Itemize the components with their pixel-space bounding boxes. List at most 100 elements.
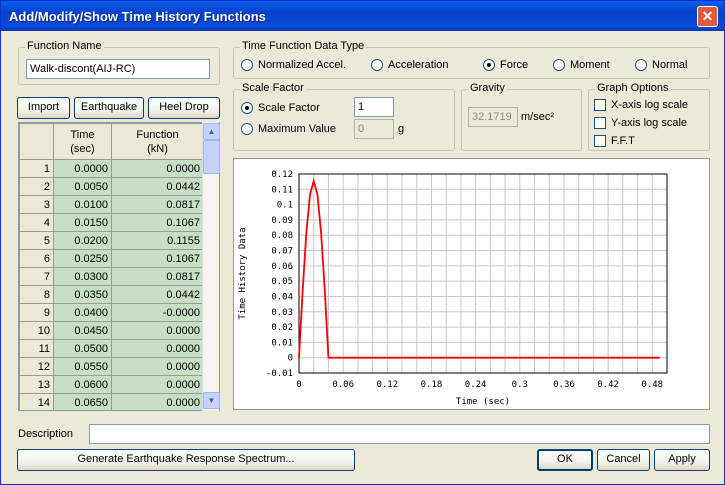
checkbox-x-log[interactable]: X-axis log scale xyxy=(594,99,688,111)
function-cell[interactable]: 0.1067 xyxy=(111,249,204,268)
y-tick-label: 0.04 xyxy=(271,292,293,302)
x-tick-label: 0.24 xyxy=(465,380,487,390)
function-cell[interactable]: 0.1067 xyxy=(111,213,204,232)
x-tick-label: 0.48 xyxy=(641,380,663,390)
time-cell[interactable]: 0.0350 xyxy=(53,285,112,304)
scroll-thumb[interactable] xyxy=(203,140,220,174)
scroll-up-icon[interactable]: ▲ xyxy=(203,123,220,140)
table-row[interactable]: 8 0.0350 0.0442 xyxy=(19,285,204,304)
time-cell[interactable]: 0.0650 xyxy=(53,393,112,410)
apply-button[interactable]: Apply xyxy=(654,449,710,471)
table-row[interactable]: 6 0.0250 0.1067 xyxy=(19,249,204,268)
function-cell[interactable]: 0.0000 xyxy=(111,357,204,376)
function-name-input[interactable]: Walk-discont(AIJ-RC) xyxy=(26,59,210,79)
y-tick-label: 0 xyxy=(288,354,293,364)
function-cell[interactable]: 0.0000 xyxy=(111,321,204,340)
function-cell[interactable]: 0.0000 xyxy=(111,339,204,358)
maximum-value-input[interactable]: 0 xyxy=(354,119,394,139)
table-row[interactable]: 10 0.0450 0.0000 xyxy=(19,321,204,340)
time-cell[interactable]: 0.0300 xyxy=(53,267,112,286)
x-tick-label: 0.18 xyxy=(421,380,443,390)
radio-scale-factor[interactable]: Scale Factor xyxy=(241,102,320,114)
x-tick-label: 0.42 xyxy=(597,380,619,390)
table-row[interactable]: 11 0.0500 0.0000 xyxy=(19,339,204,358)
radio-force[interactable]: Force xyxy=(483,59,528,71)
dialog-window: Add/Modify/Show Time History Functions ✕… xyxy=(0,0,725,485)
title-bar[interactable]: Add/Modify/Show Time History Functions ✕ xyxy=(1,1,724,31)
time-cell[interactable]: 0.0600 xyxy=(53,375,112,394)
table-row[interactable]: 4 0.0150 0.1067 xyxy=(19,213,204,232)
description-input[interactable] xyxy=(89,424,710,444)
function-cell[interactable]: 0.0442 xyxy=(111,177,204,196)
radio-acceleration[interactable]: Acceleration xyxy=(371,59,449,71)
radio-dot-selected-icon xyxy=(483,59,495,71)
row-number: 9 xyxy=(19,303,54,322)
y-tick-label: 0.08 xyxy=(271,231,293,241)
time-cell[interactable]: 0.0100 xyxy=(53,195,112,214)
earthquake-button[interactable]: Earthquake xyxy=(74,97,144,119)
function-cell[interactable]: -0.0000 xyxy=(111,303,204,322)
time-cell[interactable]: 0.0250 xyxy=(53,249,112,268)
row-number: 4 xyxy=(19,213,54,232)
table-row[interactable]: 5 0.0200 0.1155 xyxy=(19,231,204,250)
time-cell[interactable]: 0.0150 xyxy=(53,213,112,232)
table-row[interactable]: 2 0.0050 0.0442 xyxy=(19,177,204,196)
checkbox-fft[interactable]: F.F.T xyxy=(594,135,635,147)
time-column-header[interactable]: Time (sec) xyxy=(53,123,112,160)
function-cell[interactable]: 0.0000 xyxy=(111,393,204,410)
radio-moment[interactable]: Moment xyxy=(553,59,610,71)
radio-dot-selected-icon xyxy=(241,102,253,114)
table-row[interactable]: 9 0.0400 -0.0000 xyxy=(19,303,204,322)
grid-scrollbar[interactable]: ▲ ▼ xyxy=(202,122,220,411)
function-cell[interactable]: 0.0817 xyxy=(111,195,204,214)
chart-area: 0.12 0.11 0.1 0.09 0.08 0.07 0.06 0.05 0.04 0.03 0… xyxy=(233,158,710,410)
row-number: 7 xyxy=(19,267,54,286)
radio-dot-icon xyxy=(635,59,647,71)
generate-spectrum-button[interactable]: Generate Earthquake Response Spectrum... xyxy=(17,449,355,471)
function-cell[interactable]: 0.0000 xyxy=(111,159,204,178)
function-cell[interactable]: 0.1155 xyxy=(111,231,204,250)
y-tick-label: 0.02 xyxy=(271,323,293,333)
table-row[interactable]: 13 0.0600 0.0000 xyxy=(19,375,204,394)
checkbox-icon xyxy=(594,117,606,129)
function-cell[interactable]: 0.0442 xyxy=(111,285,204,304)
row-number: 1 xyxy=(19,159,54,178)
table-row[interactable]: 7 0.0300 0.0817 xyxy=(19,267,204,286)
time-cell[interactable]: 0.0050 xyxy=(53,177,112,196)
heel-drop-button[interactable]: Heel Drop xyxy=(148,97,220,119)
time-cell[interactable]: 0.0550 xyxy=(53,357,112,376)
cancel-button[interactable]: Cancel xyxy=(597,449,650,471)
data-grid[interactable]: Time (sec) Function (kN) 1 0.0000 0.0000 2 0… xyxy=(18,122,220,411)
time-cell[interactable]: 0.0400 xyxy=(53,303,112,322)
radio-normalized-accel[interactable]: Normalized Accel. xyxy=(241,59,346,71)
function-cell[interactable]: 0.0000 xyxy=(111,375,204,394)
close-button[interactable]: ✕ xyxy=(697,6,718,27)
time-cell[interactable]: 0.0200 xyxy=(53,231,112,250)
import-button[interactable]: Import xyxy=(17,97,70,119)
ok-button[interactable]: OK xyxy=(537,449,593,471)
gravity-input[interactable]: 32.1719 xyxy=(468,107,518,127)
description-label: Description xyxy=(18,428,74,440)
maximum-value-unit: g xyxy=(398,123,405,135)
table-row[interactable]: 3 0.0100 0.0817 xyxy=(19,195,204,214)
table-row[interactable]: 12 0.0550 0.0000 xyxy=(19,357,204,376)
checkbox-y-log[interactable]: Y-axis log scale xyxy=(594,117,687,129)
table-row[interactable]: 1 0.0000 0.0000 xyxy=(19,159,204,178)
function-name-label: Function Name xyxy=(25,40,104,52)
time-cell[interactable]: 0.0000 xyxy=(53,159,112,178)
y-axis-label: Time History Data xyxy=(238,227,248,319)
time-cell[interactable]: 0.0500 xyxy=(53,339,112,358)
radio-maximum-value[interactable]: Maximum Value xyxy=(241,123,336,135)
checkbox-icon xyxy=(594,99,606,111)
scale-factor-input[interactable]: 1 xyxy=(354,97,394,117)
time-cell[interactable]: 0.0450 xyxy=(53,321,112,340)
table-row[interactable]: 14 0.0650 0.0000 xyxy=(19,393,204,410)
function-column-header[interactable]: Function (kN) xyxy=(111,123,204,160)
scale-factor-group: Scale Factor xyxy=(233,82,455,151)
radio-normal[interactable]: Normal xyxy=(635,59,687,71)
scroll-down-icon[interactable]: ▼ xyxy=(203,392,220,409)
checkbox-icon xyxy=(594,135,606,147)
row-number: 5 xyxy=(19,231,54,250)
function-cell[interactable]: 0.0817 xyxy=(111,267,204,286)
x-tick-label: 0.36 xyxy=(553,380,575,390)
